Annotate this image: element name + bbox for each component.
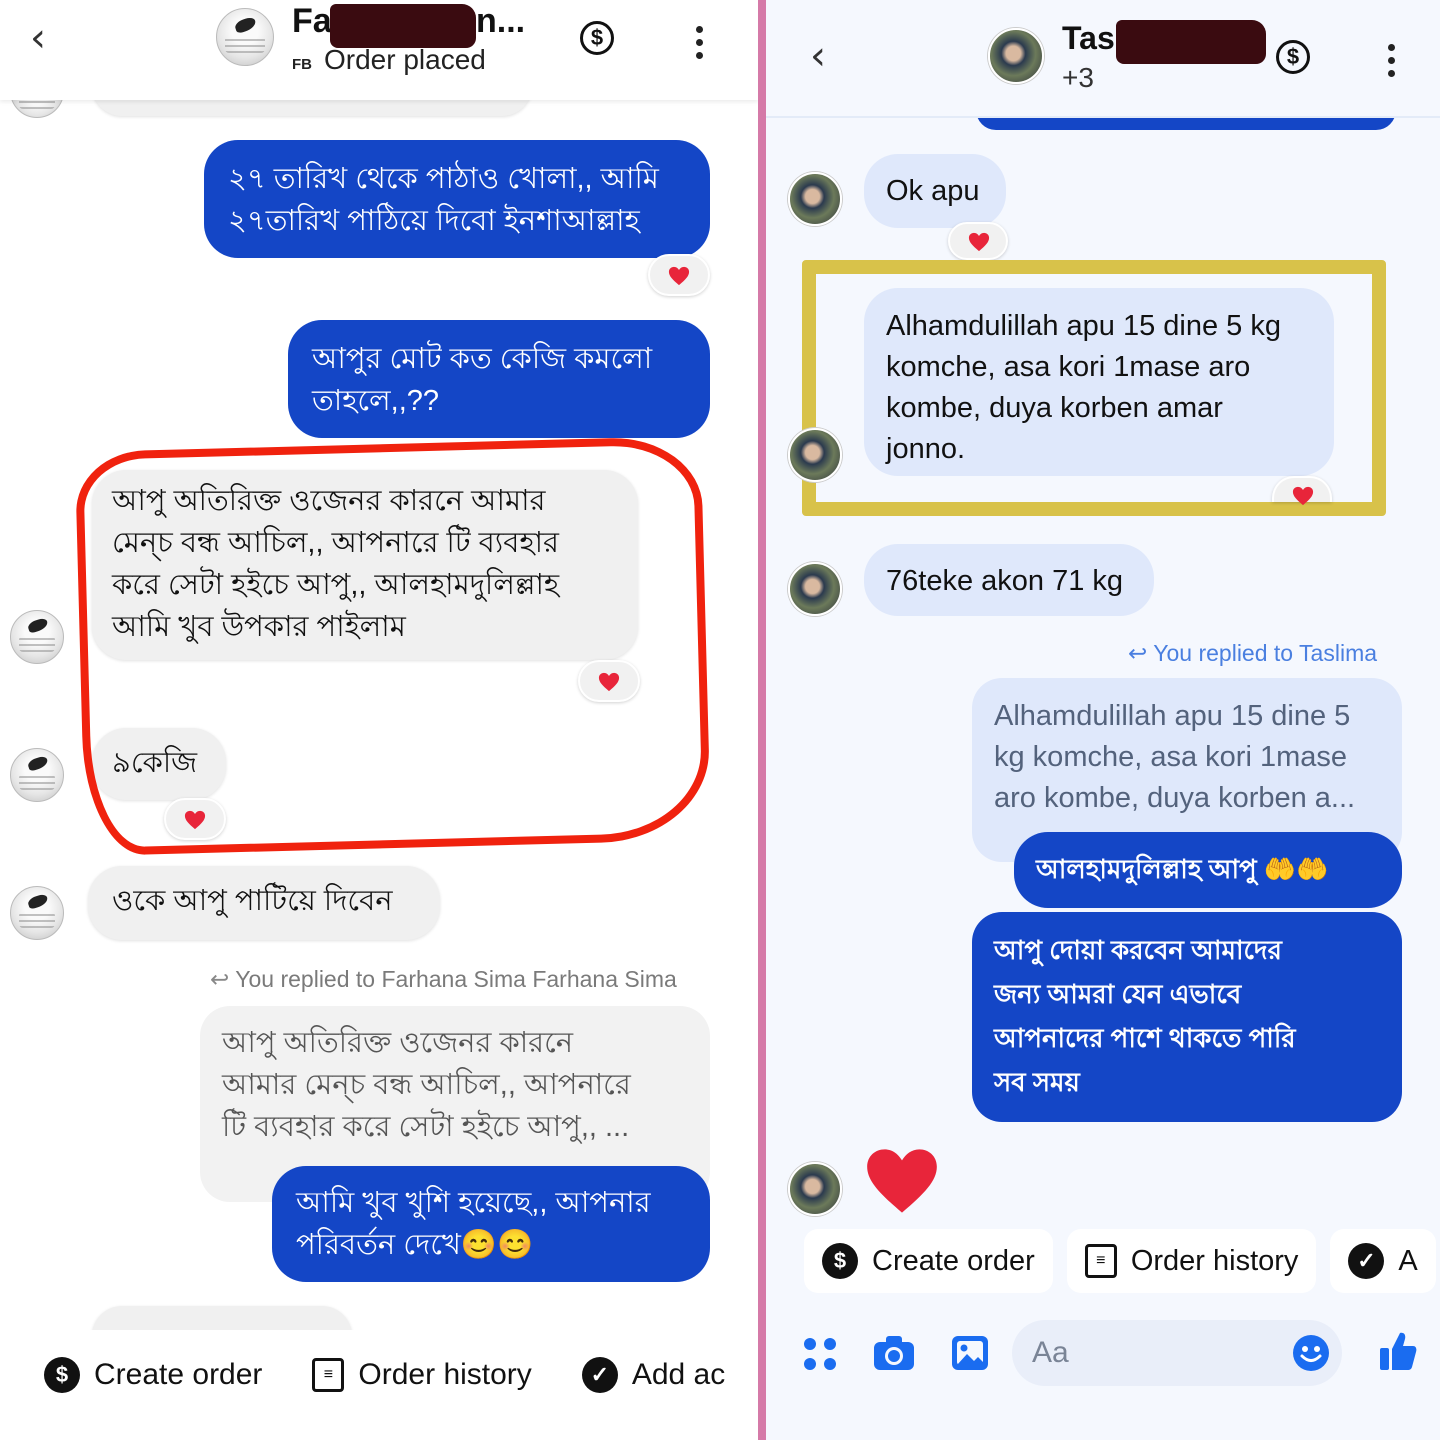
redaction-mark (330, 4, 476, 48)
dollar-circle-icon: $ (822, 1243, 858, 1279)
reply-indicator: ↩ You replied to Taslima (1128, 640, 1377, 667)
red-highlight-annotation (74, 435, 712, 857)
message-text: Alhamdulillah apu 15 dine 5 kg komche, a… (886, 310, 1281, 465)
create-order-label: Create order (872, 1244, 1035, 1277)
chat-header: ‹ Tas +3 $ (766, 0, 1440, 118)
quoted-text: Alhamdulillah apu 15 dine 5 kg komche, a… (994, 700, 1356, 814)
avatar[interactable] (988, 28, 1044, 84)
participant-count: +3 (1062, 62, 1094, 93)
left-chat-screen: ‹ Fa n... FB Order placed $ ২৭ তারিখ থেক… (0, 0, 758, 1440)
contact-name-tail: n... (476, 2, 526, 40)
redaction-mark (1116, 20, 1266, 64)
outgoing-message[interactable]: আলহামদুলিল্লাহ আপু 🤲🤲 (1014, 832, 1402, 908)
back-icon[interactable]: ‹ (30, 18, 46, 58)
heart-icon[interactable] (864, 1146, 940, 1216)
avatar[interactable] (788, 428, 842, 482)
avatar[interactable] (788, 172, 842, 226)
dollar-circle-icon[interactable]: $ (1276, 40, 1310, 74)
more-vertical-icon[interactable] (694, 26, 704, 65)
emoji-icon[interactable] (1292, 1334, 1330, 1372)
message-text: আমি খুব খুশি হয়েছে,, আপনার পরিবর্তন দেখ… (296, 1187, 651, 1261)
avatar[interactable] (216, 8, 274, 66)
chat-header: ‹ Fa n... FB Order placed $ (0, 0, 758, 100)
outgoing-message[interactable]: আপুর মোট কত কেজি কমলো তাহলে,,?? (288, 320, 710, 438)
add-label: A (1398, 1244, 1418, 1277)
order-list-icon: ≡ (1084, 1244, 1117, 1278)
check-circle-icon: ✓ (581, 1357, 618, 1393)
create-order-label: Create order (94, 1358, 263, 1391)
order-history-button[interactable]: ≡ Order history (294, 1343, 550, 1407)
incoming-message[interactable]: 76teke akon 71 kg (864, 544, 1154, 616)
reply-label: You replied to Farhana Sima Farhana Sima (235, 966, 677, 992)
message-text: আপু দোয়া করবেন আমাদের জন্য আমরা যেন এভা… (994, 935, 1296, 1097)
order-list-icon: ≡ (312, 1358, 345, 1392)
dollar-circle-icon[interactable]: $ (580, 21, 614, 55)
message-input-placeholder: Aa (1032, 1336, 1069, 1369)
create-order-button[interactable]: $ Create order (26, 1343, 281, 1407)
contact-name[interactable]: Fa (292, 2, 332, 41)
message-text: Ok apu (886, 175, 980, 207)
outgoing-message[interactable]: ২৭ তারিখ থেকে পাঠাও খোলা,, আমি ২৭তারিখ প… (204, 140, 710, 258)
reply-label: You replied to Taslima (1153, 640, 1378, 666)
reaction-badge[interactable] (1272, 476, 1332, 506)
dollar-circle-icon: $ (44, 1357, 80, 1393)
message-text: ২৭ তারিখ থেকে পাঠাও খোলা,, আমি ২৭তারিখ প… (228, 163, 659, 237)
action-bar: $ Create order ≡ Order history ✓ A (804, 1228, 1440, 1294)
heart-icon (668, 265, 690, 287)
apps-icon[interactable] (802, 1336, 838, 1372)
incoming-message[interactable]: ওকে আপু পাটিয়ে দিবেন (88, 866, 440, 940)
reply-arrow-icon: ↩ (1128, 640, 1148, 666)
check-circle-icon: ✓ (1348, 1243, 1385, 1279)
order-status: Order placed (324, 44, 486, 75)
source-badge: FB (292, 56, 312, 73)
avatar[interactable] (788, 1162, 842, 1216)
right-chat-screen: ‹ Tas +3 $ Ok apu Alhamdulillah apu 15 d… (766, 0, 1440, 1440)
action-bar: $ Create order ≡ Order history ✓ Add ac (26, 1330, 758, 1420)
panel-divider (758, 0, 766, 1440)
order-history-label: Order history (358, 1358, 532, 1391)
image-icon[interactable] (950, 1334, 990, 1372)
avatar[interactable] (788, 562, 842, 616)
message-text: আপুর মোট কত কেজি কমলো তাহলে,,?? (312, 343, 653, 417)
heart-icon (1292, 485, 1314, 507)
reply-arrow-icon: ↩ (210, 966, 230, 992)
avatar[interactable] (10, 610, 64, 664)
message-text: 76teke akon 71 kg (886, 565, 1124, 597)
create-order-button[interactable]: $ Create order (804, 1229, 1053, 1293)
avatar[interactable] (10, 748, 64, 802)
avatar[interactable] (10, 886, 64, 940)
add-button[interactable]: ✓ Add ac (563, 1343, 744, 1407)
more-vertical-icon[interactable] (1386, 44, 1396, 83)
order-history-label: Order history (1130, 1244, 1299, 1277)
reaction-badge[interactable] (948, 222, 1008, 260)
message-text: ওকে আপু পাটিয়ে দিবেন (112, 885, 393, 917)
outgoing-message[interactable]: আপু দোয়া করবেন আমাদের জন্য আমরা যেন এভা… (972, 912, 1402, 1122)
back-icon[interactable]: ‹ (810, 36, 826, 76)
add-label: Add ac (631, 1358, 726, 1391)
message-text: আলহামদুলিল্লাহ আপু 🤲🤲 (1036, 854, 1329, 884)
order-history-button[interactable]: ≡ Order history (1066, 1229, 1317, 1293)
contact-name[interactable]: Tas (1062, 20, 1115, 57)
outgoing-message[interactable]: আমি খুব খুশি হয়েছে,, আপনার পরিবর্তন দেখ… (272, 1166, 710, 1282)
incoming-message[interactable]: Alhamdulillah apu 15 dine 5 kg komche, a… (864, 288, 1334, 476)
heart-icon (968, 231, 990, 253)
add-button[interactable]: ✓ A (1330, 1229, 1436, 1293)
reaction-badge[interactable] (648, 254, 710, 296)
incoming-message[interactable]: Ok apu (864, 154, 1006, 228)
thumbs-up-icon[interactable] (1378, 1330, 1418, 1372)
quoted-text: আপু অতিরিক্ত ওজেনর কারনে আমার মেন্চ বন্ধ… (222, 1027, 631, 1143)
reply-indicator: ↩ You replied to Farhana Sima Farhana Si… (210, 966, 677, 993)
camera-icon[interactable] (872, 1334, 916, 1372)
